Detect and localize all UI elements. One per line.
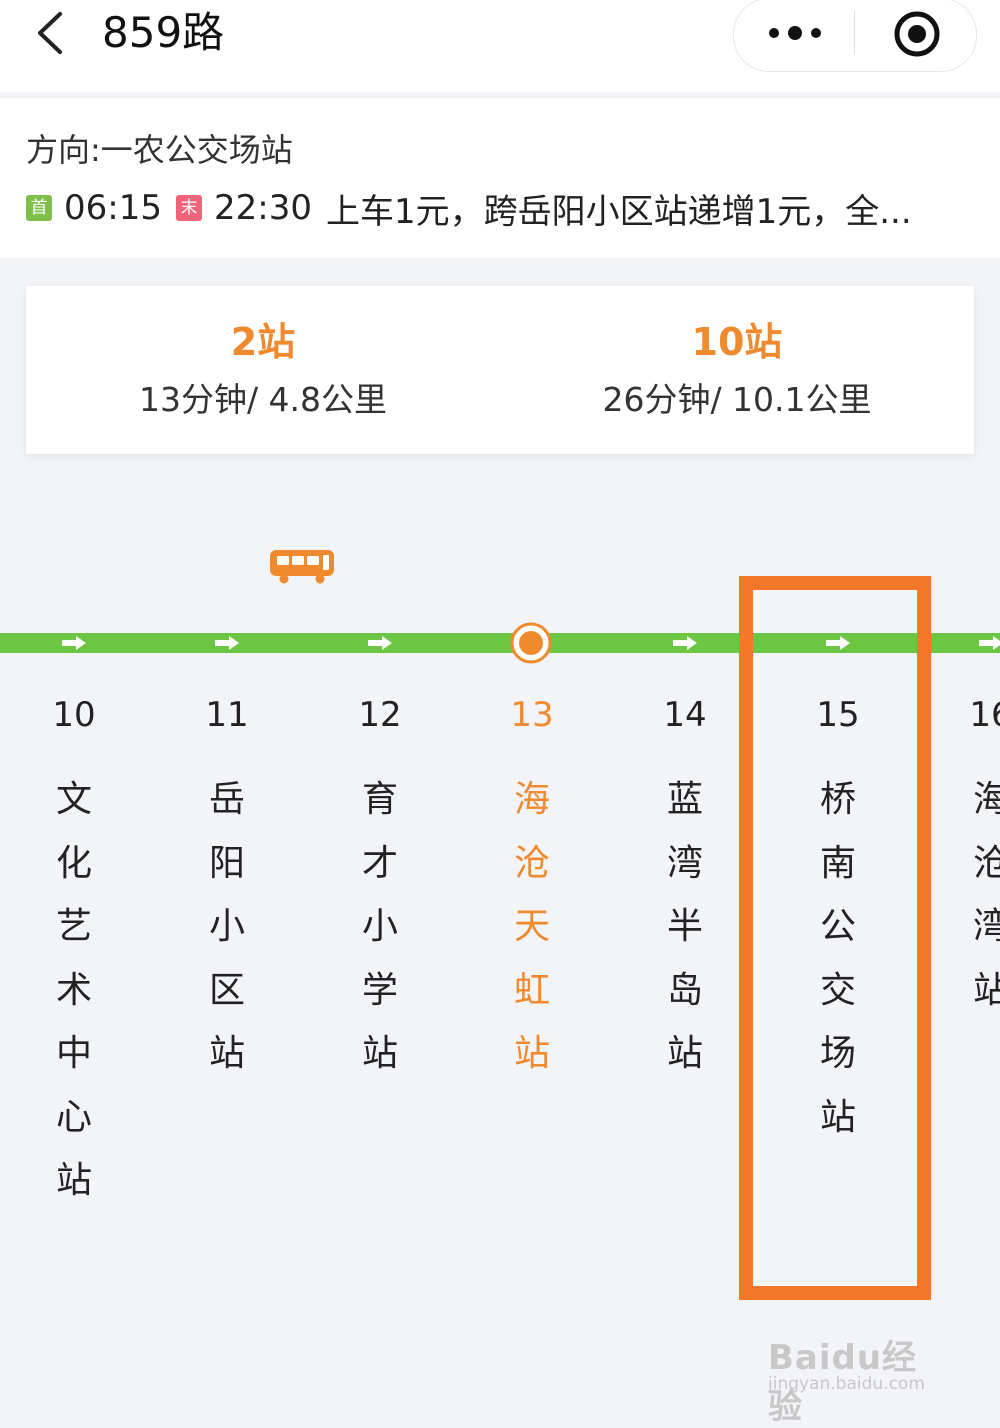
direction-text: 方向:一农公交场站 (26, 131, 293, 169)
station-number: 13 (510, 695, 554, 735)
last-bus-badge: 末 (175, 195, 202, 221)
station-item[interactable]: 12 育才小学站 (350, 694, 410, 1086)
station-number: 12 (358, 695, 402, 735)
fare-text: 上车1元，跨岳阳小区站递增1元，全... (325, 191, 912, 231)
station-name: 岳阳小区站 (208, 779, 245, 1074)
station-item[interactable]: 10 文化艺术中心站 (44, 694, 104, 1213)
mini-program-capsule (733, 0, 977, 72)
watermark-url: jingyan.baidu.com (768, 1374, 925, 1394)
page-title: 859路 (102, 8, 225, 57)
arrival-card: 2站 13分钟/ 4.8公里 10站 26分钟/ 10.1公里 (26, 286, 974, 454)
arrival-next[interactable]: 2站 13分钟/ 4.8公里 (26, 286, 500, 454)
arrival-detail: 13分钟/ 4.8公里 (138, 380, 388, 419)
more-button[interactable] (764, 13, 826, 53)
route-info-panel (0, 98, 1000, 258)
first-bus-badge: 首 (26, 195, 52, 221)
close-button[interactable] (892, 9, 942, 59)
station-name: 育才小学站 (361, 779, 398, 1074)
target-close-icon (894, 11, 940, 57)
station-number: 11 (205, 695, 249, 735)
station-name: 海沧天虹站 (513, 779, 550, 1074)
station-name: 文化艺术中心站 (55, 779, 92, 1201)
station-name: 蓝湾半岛站 (666, 779, 703, 1074)
arrival-stops: 2站 (230, 320, 296, 364)
nav-header: 859路 (0, 0, 1000, 92)
capsule-divider (854, 11, 855, 55)
more-dots-icon (769, 26, 821, 40)
chevron-left-icon (38, 12, 62, 54)
direction-arrow-icon (979, 636, 1000, 650)
direction-arrow-icon (673, 636, 697, 650)
arrival-following[interactable]: 10站 26分钟/ 10.1公里 (500, 286, 974, 454)
direction-arrow-icon (62, 636, 86, 650)
station-name: 海沧湾站 (972, 779, 1000, 1011)
schedule-row: 首 06:15 末 22:30 上车1元，跨岳阳小区站递增1元，全... (26, 186, 986, 230)
watermark: Baidu经验 jingyan.baidu.com (768, 1316, 948, 1427)
first-bus-time: 06:15 (64, 188, 162, 228)
station-item[interactable]: 14 蓝湾半岛站 (655, 694, 715, 1086)
last-bus-time: 22:30 (213, 188, 312, 228)
station-item[interactable]: 11 岳阳小区站 (197, 694, 257, 1086)
arrival-detail: 26分钟/ 10.1公里 (602, 380, 872, 419)
direction-arrow-icon (215, 636, 239, 650)
highlight-box (739, 576, 931, 1300)
station-number: 16 (969, 695, 1000, 735)
station-number: 14 (663, 695, 707, 735)
back-button[interactable] (30, 8, 74, 58)
station-number: 10 (52, 695, 96, 735)
arrival-stops: 10站 (691, 320, 783, 364)
direction-arrow-icon (368, 636, 392, 650)
bus-icon (270, 550, 334, 584)
station-item[interactable]: 13 海沧天虹站 (502, 694, 562, 1086)
current-station-dot (510, 622, 552, 664)
station-item[interactable]: 16 海沧湾站 (961, 694, 1000, 1022)
